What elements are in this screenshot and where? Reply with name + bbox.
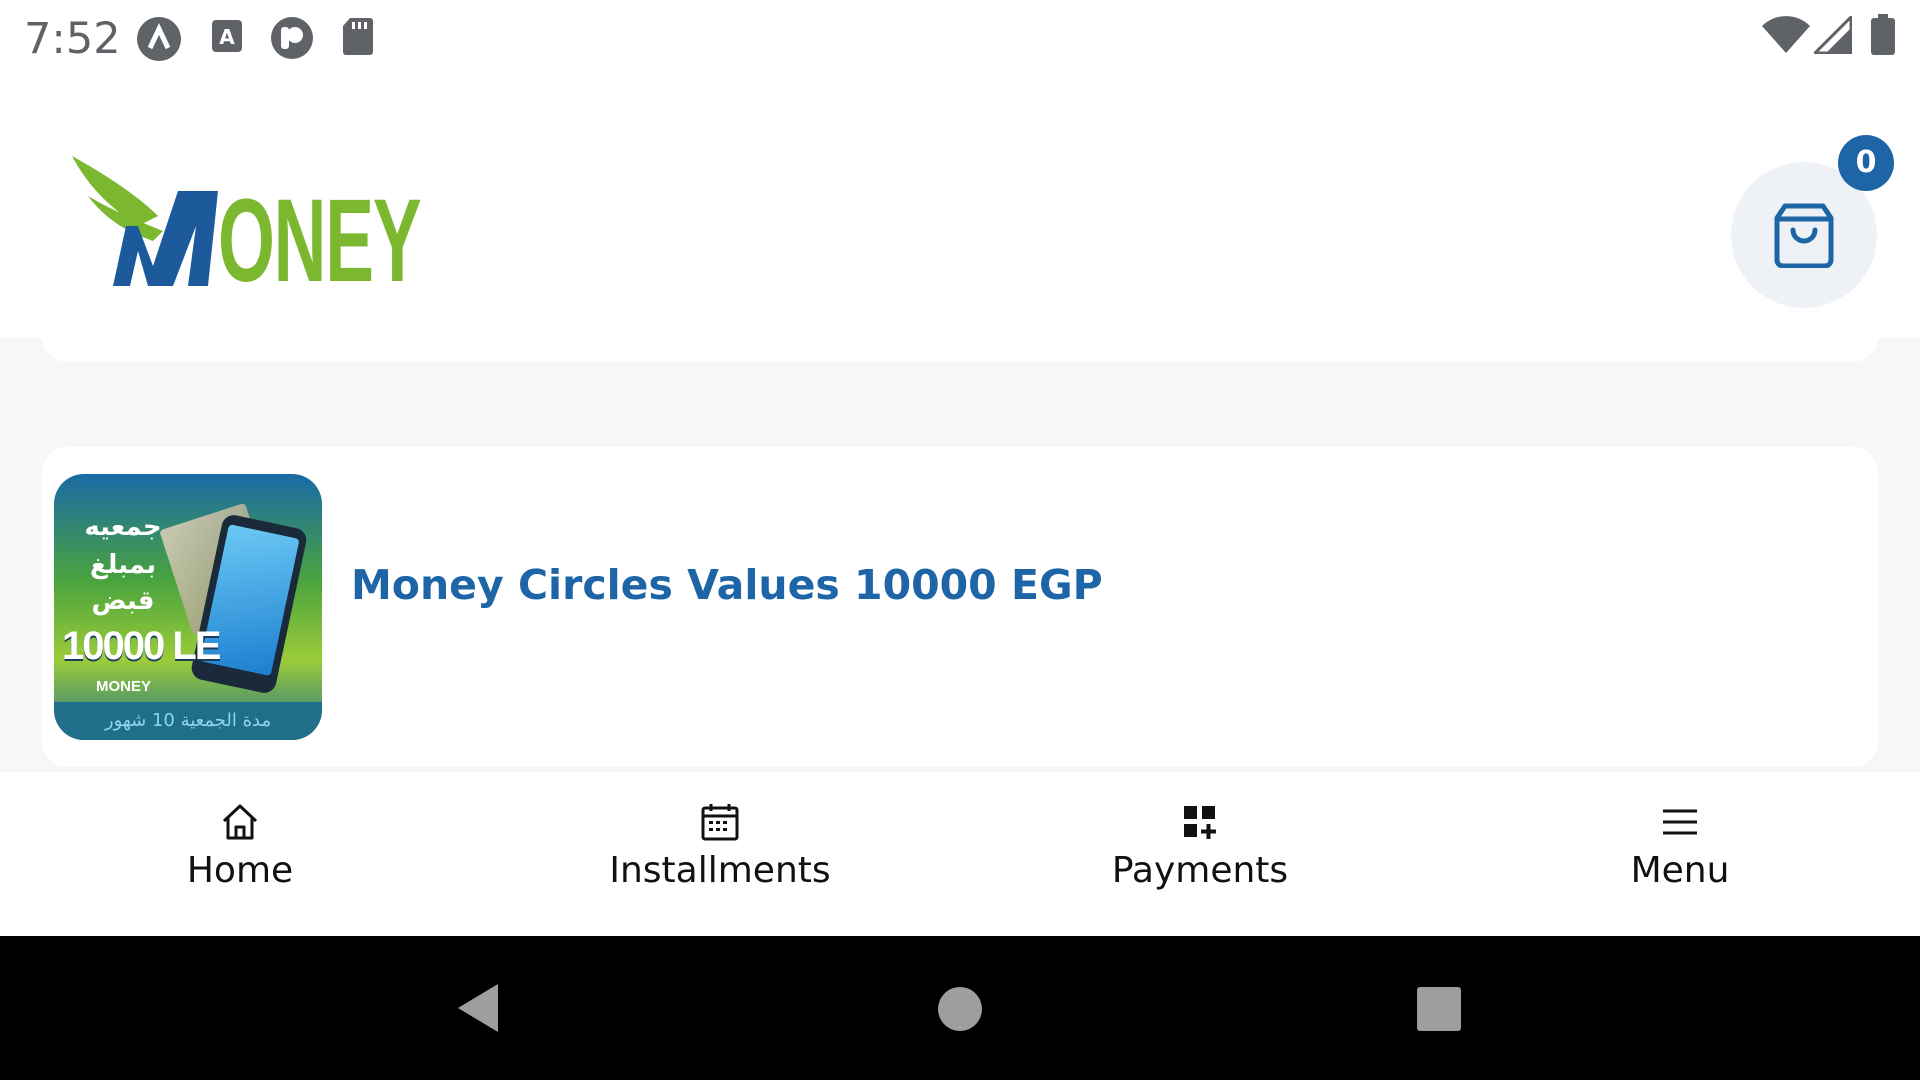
thumb-arabic-line: قبض: [91, 586, 155, 616]
nav-installments[interactable]: Installments: [480, 772, 960, 936]
product-card[interactable]: جمعيه بمبلغ قبض 10000 LE MONEY مدة الجمع…: [42, 447, 1878, 767]
menu-icon: [1663, 809, 1697, 835]
nav-menu[interactable]: Menu: [1440, 772, 1920, 936]
thumb-logo: MONEY: [96, 678, 152, 695]
home-circle-icon[interactable]: [937, 986, 983, 1032]
nav-payments-label: Payments: [1111, 850, 1289, 891]
header-card-edge: [42, 318, 1878, 362]
recents-icon[interactable]: [1416, 986, 1462, 1032]
sd-card-icon: [342, 16, 374, 61]
battery-icon: [1870, 14, 1896, 61]
nav-payments[interactable]: Payments: [960, 772, 1440, 936]
thumb-footer: مدة الجمعية 10 شهور: [54, 702, 322, 740]
thumb-arabic-line: جمعيه: [84, 512, 162, 542]
status-bar: 7:52 A: [0, 0, 1920, 76]
thumb-arabic-line: بمبلغ: [89, 550, 157, 580]
system-nav-bar: [0, 936, 1920, 1080]
back-icon[interactable]: [454, 982, 500, 1034]
nav-home-label: Home: [186, 850, 294, 891]
font-icon: A: [210, 16, 244, 61]
cart-badge: 0: [1838, 135, 1894, 191]
nav-menu-label: Menu: [1630, 850, 1730, 891]
app-icon-p: [270, 16, 314, 65]
product-title[interactable]: Money Circles Values 10000 EGP: [351, 561, 1103, 609]
bottom-nav: Home Installments Payments Menu: [0, 772, 1920, 936]
home-icon: [222, 804, 258, 840]
nav-installments-label: Installments: [609, 850, 831, 891]
shopping-bag-icon: [1774, 203, 1834, 268]
app-header: ONEY 0: [0, 76, 1920, 338]
product-thumbnail: جمعيه بمبلغ قبض 10000 LE MONEY مدة الجمع…: [54, 474, 322, 740]
logo-text: ONEY: [218, 175, 422, 307]
wifi-icon: [1762, 16, 1810, 59]
thumb-amount: 10000 LE: [62, 624, 221, 668]
app-icon-a: [136, 16, 182, 67]
signal-icon: [1811, 13, 1853, 59]
nav-home[interactable]: Home: [0, 772, 480, 936]
grid-add-icon: [1184, 806, 1216, 839]
status-time: 7:52: [24, 14, 121, 64]
svg-text:A: A: [219, 25, 235, 49]
calendar-icon: [701, 804, 739, 841]
